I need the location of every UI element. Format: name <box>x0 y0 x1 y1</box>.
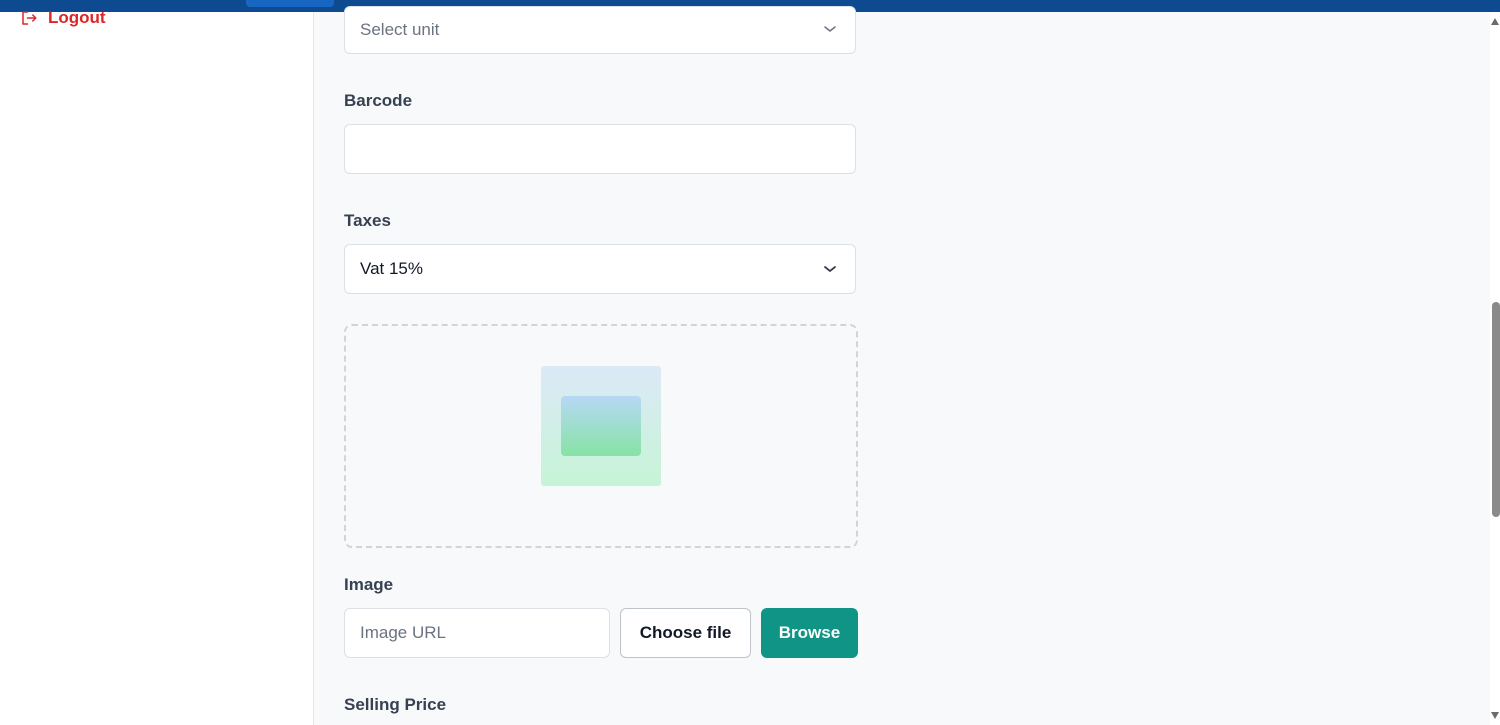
image-dropzone[interactable] <box>344 324 858 548</box>
barcode-input[interactable] <box>344 124 856 174</box>
logout-link[interactable]: Logout <box>20 8 106 28</box>
product-form: Select unit Barcode Taxes Vat 15% Image … <box>314 6 1490 725</box>
chevron-down-icon <box>824 266 836 272</box>
scroll-down-arrow-icon[interactable] <box>1491 712 1499 719</box>
scrollbar[interactable] <box>1490 12 1500 725</box>
sidebar: Logout <box>0 8 314 725</box>
active-nav-tab[interactable] <box>246 0 334 7</box>
taxes-select[interactable]: Vat 15% <box>344 244 856 294</box>
unit-select[interactable]: Select unit <box>344 6 856 54</box>
barcode-label: Barcode <box>344 91 413 110</box>
choose-file-button[interactable]: Choose file <box>620 608 751 658</box>
image-label: Image <box>344 575 394 594</box>
image-placeholder-icon <box>541 366 661 486</box>
scroll-up-arrow-icon[interactable] <box>1491 18 1499 25</box>
chevron-down-icon <box>824 26 836 32</box>
image-url-input[interactable] <box>344 608 610 658</box>
image-placeholder-inner <box>561 396 641 456</box>
selling-price-label: Selling Price <box>344 695 447 714</box>
unit-select-placeholder: Select unit <box>360 20 440 39</box>
browse-button[interactable]: Browse <box>761 608 858 658</box>
taxes-label: Taxes <box>344 211 391 230</box>
logout-icon <box>22 11 37 25</box>
logout-label: Logout <box>48 8 106 27</box>
taxes-selected-value: Vat 15% <box>360 259 424 278</box>
scroll-thumb[interactable] <box>1492 302 1500 517</box>
